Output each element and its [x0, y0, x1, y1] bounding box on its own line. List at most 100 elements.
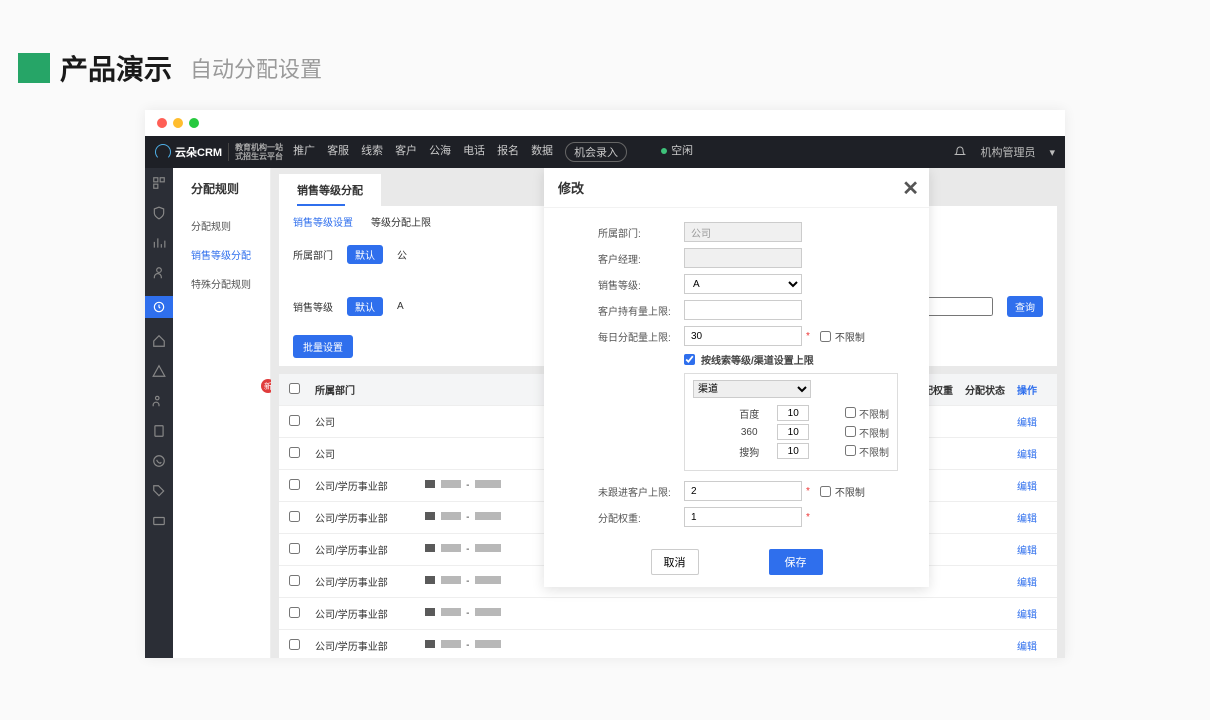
maximize-dot[interactable] [189, 118, 199, 128]
channel-unlimited-checkbox[interactable] [845, 426, 856, 437]
required-icon: * [806, 512, 810, 523]
select-all[interactable] [289, 383, 300, 394]
row-checkbox[interactable] [289, 447, 300, 458]
row-checkbox[interactable] [289, 415, 300, 426]
chip-a[interactable]: A [397, 301, 404, 312]
channel-value-input[interactable] [777, 405, 809, 421]
select-channel[interactable]: 渠道 [693, 380, 811, 398]
minimize-dot[interactable] [173, 118, 183, 128]
checkbox-unlimited-daily[interactable] [820, 331, 831, 342]
opportunity-button[interactable]: 机会录入 [565, 142, 627, 162]
row-checkbox[interactable] [289, 479, 300, 490]
cell-dept: 公司/学历事业部 [309, 470, 419, 501]
nav-item[interactable]: 电话 [463, 142, 485, 162]
shield-icon[interactable] [152, 206, 166, 220]
table-row: 公司/学历事业部 - 编辑 [279, 630, 1057, 658]
subtab-level[interactable]: 销售等级设置 [293, 214, 353, 229]
close-icon[interactable]: ✕ [902, 176, 919, 201]
channel-box: 渠道 百度 不限制360 不限制搜狗 不限制 [684, 373, 898, 471]
row-checkbox[interactable] [289, 639, 300, 650]
nav-item[interactable]: 客户 [395, 142, 417, 162]
input-manager [684, 248, 802, 268]
subtab-limit[interactable]: 等级分配上限 [371, 214, 431, 229]
phone-icon[interactable] [152, 454, 166, 468]
save-button[interactable]: 保存 [769, 549, 823, 575]
label-unlimited-2: 不限制 [835, 484, 865, 499]
row-checkbox[interactable] [289, 607, 300, 618]
settings-icon[interactable] [145, 296, 173, 318]
triangle-icon[interactable] [152, 364, 166, 378]
chip-company[interactable]: 公 [397, 247, 407, 262]
row-checkbox[interactable] [289, 511, 300, 522]
top-right: 机构管理员 ▾ [954, 144, 1055, 160]
input-untracked[interactable] [684, 481, 802, 501]
edit-link[interactable]: 编辑 [1011, 406, 1057, 437]
modal-title: 修改 ✕ [544, 168, 929, 208]
home-icon[interactable] [152, 334, 166, 348]
nav-item[interactable]: 客服 [327, 142, 349, 162]
close-dot[interactable] [157, 118, 167, 128]
input-daily-limit[interactable] [684, 326, 802, 346]
input-weight[interactable] [684, 507, 802, 527]
dashboard-icon[interactable] [152, 176, 166, 190]
checkbox-by-channel[interactable] [684, 354, 695, 365]
users-icon[interactable] [152, 394, 166, 408]
chart-icon[interactable] [152, 236, 166, 250]
edit-link[interactable]: 编辑 [1011, 438, 1057, 469]
side-item-rules[interactable]: 分配规则 [173, 211, 270, 240]
channel-value-input[interactable] [777, 443, 809, 459]
account-label[interactable]: 机构管理员 [980, 144, 1035, 160]
input-dept [684, 222, 802, 242]
channel-unlimited-checkbox[interactable] [845, 445, 856, 456]
input-hold-limit[interactable] [684, 300, 802, 320]
label-daily-limit: 每日分配量上限: [598, 329, 684, 344]
row-checkbox[interactable] [289, 543, 300, 554]
cancel-button[interactable]: 取消 [651, 549, 699, 575]
edit-link[interactable]: 编辑 [1011, 598, 1057, 629]
channel-name: 百度 [729, 406, 769, 421]
cell-mid: - [419, 632, 855, 658]
label-hold-limit: 客户持有量上限: [598, 303, 684, 318]
col-dept: 所属部门 [309, 374, 419, 405]
tag-icon[interactable] [152, 484, 166, 498]
channel-unlimited-checkbox[interactable] [845, 407, 856, 418]
edit-link[interactable]: 编辑 [1011, 502, 1057, 533]
nav-item[interactable]: 数据 [531, 142, 553, 162]
nav-item[interactable]: 公海 [429, 142, 451, 162]
filter-level-label: 销售等级 [293, 299, 333, 314]
nav-item[interactable]: 线索 [361, 142, 383, 162]
label-unlimited: 不限制 [835, 329, 865, 344]
page-title: 产品演示 [60, 48, 172, 88]
label-weight: 分配权重: [598, 510, 684, 525]
edit-link[interactable]: 编辑 [1011, 630, 1057, 658]
cell-dept: 公司/学历事业部 [309, 566, 419, 597]
search-button[interactable]: 查询 [1007, 296, 1043, 317]
chip-default-2[interactable]: 默认 [347, 297, 383, 316]
page-subtitle: 自动分配设置 [190, 52, 322, 84]
edit-link[interactable]: 编辑 [1011, 470, 1057, 501]
side-item-level[interactable]: 销售等级分配 [173, 240, 270, 269]
channel-row: 搜狗 不限制 [693, 443, 889, 459]
channel-name: 360 [729, 427, 769, 438]
window-titlebar [145, 110, 1065, 136]
checkbox-unlimited-untracked[interactable] [820, 486, 831, 497]
nav-item[interactable]: 报名 [497, 142, 519, 162]
user-icon[interactable] [152, 266, 166, 280]
row-checkbox[interactable] [289, 575, 300, 586]
select-level[interactable]: A [684, 274, 802, 294]
card-icon[interactable] [152, 514, 166, 528]
nav-item[interactable]: 推广 [293, 142, 315, 162]
side-panel: 分配规则 分配规则 销售等级分配 特殊分配规则 新 [173, 168, 271, 658]
file-icon[interactable] [152, 424, 166, 438]
side-item-special[interactable]: 特殊分配规则 [173, 269, 270, 298]
accent-block [18, 53, 50, 83]
main-tab[interactable]: 销售等级分配 [279, 174, 381, 206]
bell-icon[interactable] [954, 146, 966, 158]
channel-value-input[interactable] [777, 424, 809, 440]
main-area: 销售等级分配 销售等级设置 等级分配上限 所属部门 默认 公 销售等级 默认 A… [271, 168, 1065, 658]
edit-link[interactable]: 编辑 [1011, 534, 1057, 565]
batch-button[interactable]: 批量设置 [293, 335, 353, 358]
chevron-down-icon[interactable]: ▾ [1049, 146, 1055, 159]
chip-default[interactable]: 默认 [347, 245, 383, 264]
edit-link[interactable]: 编辑 [1011, 566, 1057, 597]
